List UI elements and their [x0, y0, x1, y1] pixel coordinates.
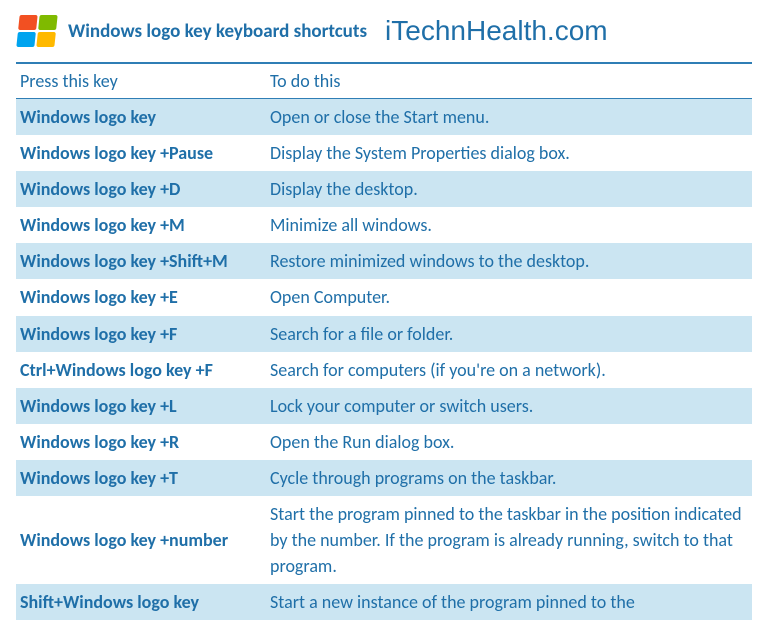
shortcut-key: Windows logo key +number [16, 496, 266, 584]
table-row: Windows logo key +E Open Computer. [16, 279, 752, 315]
shortcut-desc: Open or close the Start menu. [266, 99, 752, 136]
shortcut-key: Shift+Windows logo key [16, 584, 266, 620]
table-row: Windows logo key +F Search for a file or… [16, 316, 752, 352]
table-row: Ctrl+Windows logo key +F Search for comp… [16, 352, 752, 388]
table-row: Windows logo key +D Display the desktop. [16, 171, 752, 207]
table-row: Windows logo key +R Open the Run dialog … [16, 424, 752, 460]
shortcut-desc: Start a new instance of the program pinn… [266, 584, 752, 620]
table-row: Shift+Windows logo key Start a new insta… [16, 584, 752, 620]
shortcut-desc: Search for computers (if you're on a net… [266, 352, 752, 388]
shortcut-key: Windows logo key +Shift+M [16, 243, 266, 279]
table-header-row: Press this key To do this [16, 63, 752, 99]
table-row: Windows logo key Open or close the Start… [16, 99, 752, 136]
shortcut-key: Windows logo key [16, 99, 266, 136]
shortcut-desc: Display the desktop. [266, 171, 752, 207]
shortcut-key: Windows logo key +E [16, 279, 266, 315]
shortcut-desc: Open the Run dialog box. [266, 424, 752, 460]
shortcut-key: Windows logo key +M [16, 207, 266, 243]
shortcut-key: Ctrl+Windows logo key +F [16, 352, 266, 388]
column-header-desc: To do this [266, 63, 752, 99]
table-row: Windows logo key +M Minimize all windows… [16, 207, 752, 243]
brand-watermark: iTechnHealth.com [385, 15, 608, 47]
shortcut-key: Windows logo key +F [16, 316, 266, 352]
table-row: Windows logo key +Shift+M Restore minimi… [16, 243, 752, 279]
shortcut-desc: Minimize all windows. [266, 207, 752, 243]
shortcut-desc: Cycle through programs on the taskbar. [266, 460, 752, 496]
shortcut-desc: Search for a file or folder. [266, 316, 752, 352]
shortcut-desc: Start the program pinned to the taskbar … [266, 496, 752, 584]
shortcut-key: Windows logo key +T [16, 460, 266, 496]
table-row: Windows logo key +L Lock your computer o… [16, 388, 752, 424]
shortcut-desc: Display the System Properties dialog box… [266, 135, 752, 171]
table-row: Windows logo key +Pause Display the Syst… [16, 135, 752, 171]
shortcut-key: Windows logo key +R [16, 424, 266, 460]
table-row: Windows logo key +T Cycle through progra… [16, 460, 752, 496]
table-row: Windows logo key +number Start the progr… [16, 496, 752, 584]
page-title: Windows logo key keyboard shortcuts [68, 20, 367, 43]
shortcut-desc: Lock your computer or switch users. [266, 388, 752, 424]
shortcuts-table: Press this key To do this Windows logo k… [16, 62, 752, 620]
shortcut-desc: Open Computer. [266, 279, 752, 315]
shortcut-key: Windows logo key +L [16, 388, 266, 424]
shortcut-key: Windows logo key +D [16, 171, 266, 207]
windows-logo-icon [16, 12, 58, 50]
shortcut-desc: Restore minimized windows to the desktop… [266, 243, 752, 279]
header: Windows logo key keyboard shortcuts iTec… [16, 12, 752, 50]
column-header-key: Press this key [16, 63, 266, 99]
shortcut-key: Windows logo key +Pause [16, 135, 266, 171]
